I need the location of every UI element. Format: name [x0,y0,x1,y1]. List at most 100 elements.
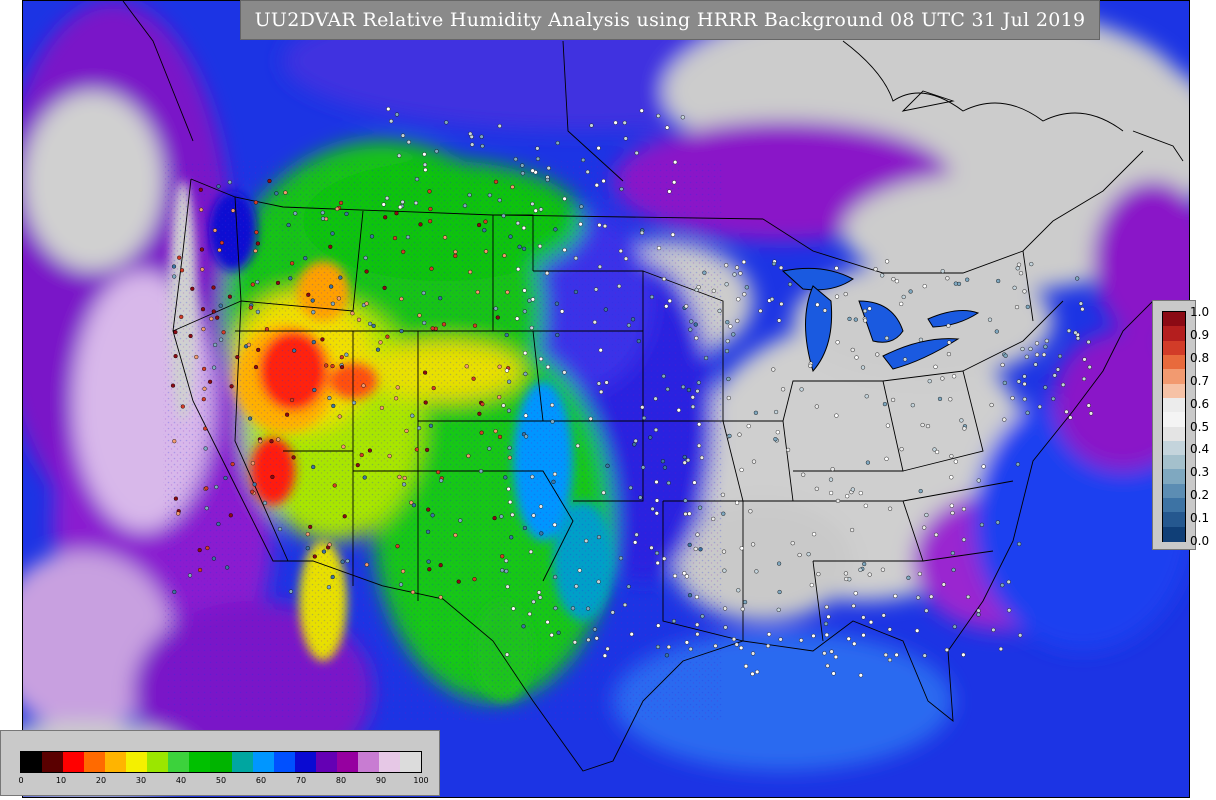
observation-dot [902,357,908,362]
observation-dot [681,384,686,389]
observation-dot [693,546,698,551]
observation-dot [538,207,544,212]
observation-dot [414,177,420,182]
observation-dot [511,606,516,611]
observation-dot [523,413,528,418]
observation-dot [683,511,688,517]
observation-dot [539,531,544,536]
observation-dot [562,370,567,375]
observation-dot [400,199,405,205]
observation-dot [535,156,541,161]
observation-dot [382,285,387,290]
observation-dot [212,365,217,370]
observation-dot [862,561,867,567]
observation-dot [321,549,327,554]
observation-dot [345,558,350,564]
observation-dot [619,187,624,192]
observation-dot [676,408,681,413]
observation-dot [426,507,431,512]
observation-dot [538,504,543,509]
observation-dot [509,535,514,540]
observation-dot [852,641,857,646]
observation-dot [427,567,432,572]
observation-dot [1016,262,1022,267]
observation-dot [1055,367,1061,372]
observation-dot [288,276,293,281]
observation-dot [524,434,529,439]
observation-dot [203,446,208,451]
observation-dot [493,306,498,311]
observation-dot [497,395,502,400]
observation-dot [573,256,578,261]
observation-dot [589,123,594,128]
observation-dot [575,443,580,448]
observation-dot [546,166,551,171]
observation-dot [806,552,811,557]
observation-colorbar-tick: 1.0 [1190,305,1210,319]
observation-dot [505,652,510,657]
observation-dot [1029,262,1034,267]
observation-dot [276,437,281,442]
observation-dot [522,288,527,293]
observation-colorbar-segment [1163,469,1185,485]
observation-dot [726,376,731,382]
observation-dot [922,284,927,289]
observation-dot [422,162,428,167]
observation-dot [350,311,355,316]
humidity-colorbar-segment [273,752,296,772]
observation-dot [1034,341,1040,346]
observation-dot [308,524,313,529]
observation-dot [427,189,432,194]
observation-dot [946,323,951,328]
observation-dot [1033,362,1038,367]
observation-dot [413,200,419,206]
observation-dot [399,296,404,301]
observation-dot [472,323,478,328]
observation-dot [578,222,583,227]
observation-dot [734,500,740,505]
observation-dot [379,405,384,410]
observation-dot [202,386,207,391]
observation-dot [648,435,653,440]
observation-dot [227,180,232,185]
observation-dot [754,569,759,574]
observation-dot [198,187,203,192]
observation-dot [177,255,182,260]
observation-dot [917,571,922,576]
observation-dot [310,298,315,303]
observation-dot [267,178,272,184]
map-frame[interactable] [22,0,1190,798]
observation-dot [661,374,666,379]
observation-dot [890,397,896,402]
observation-dot [311,310,316,315]
observation-dot [834,413,839,418]
observation-dot [687,542,692,547]
observation-dot [951,567,956,572]
observation-dot [1022,397,1027,402]
observation-dot [439,478,444,483]
observation-dot [884,259,890,264]
observation-colorbar-segment [1163,312,1185,327]
observation-dot [843,571,848,576]
observation-dot [831,671,836,676]
observation-dot [654,550,660,556]
humidity-colorbar-tick: 90 [375,776,387,785]
observation-dot [411,503,416,508]
observation-dot [306,292,311,297]
observation-dot [741,259,746,265]
observation-dot [311,464,316,470]
observation-dot [594,636,599,641]
observation-dot [901,294,906,299]
observation-colorbar-tick: 0.8 [1190,350,1210,365]
observation-dot [428,206,433,212]
humidity-map[interactable] [23,1,1190,798]
observation-dot [834,266,839,271]
observation-dot [338,275,343,280]
observation-dot [739,645,744,650]
observation-dot [617,284,622,289]
observation-dot [493,429,498,434]
humidity-colorbar-segment [357,752,380,772]
observation-dot [722,568,727,573]
observation-dot [453,253,458,258]
observation-dot [951,374,957,379]
